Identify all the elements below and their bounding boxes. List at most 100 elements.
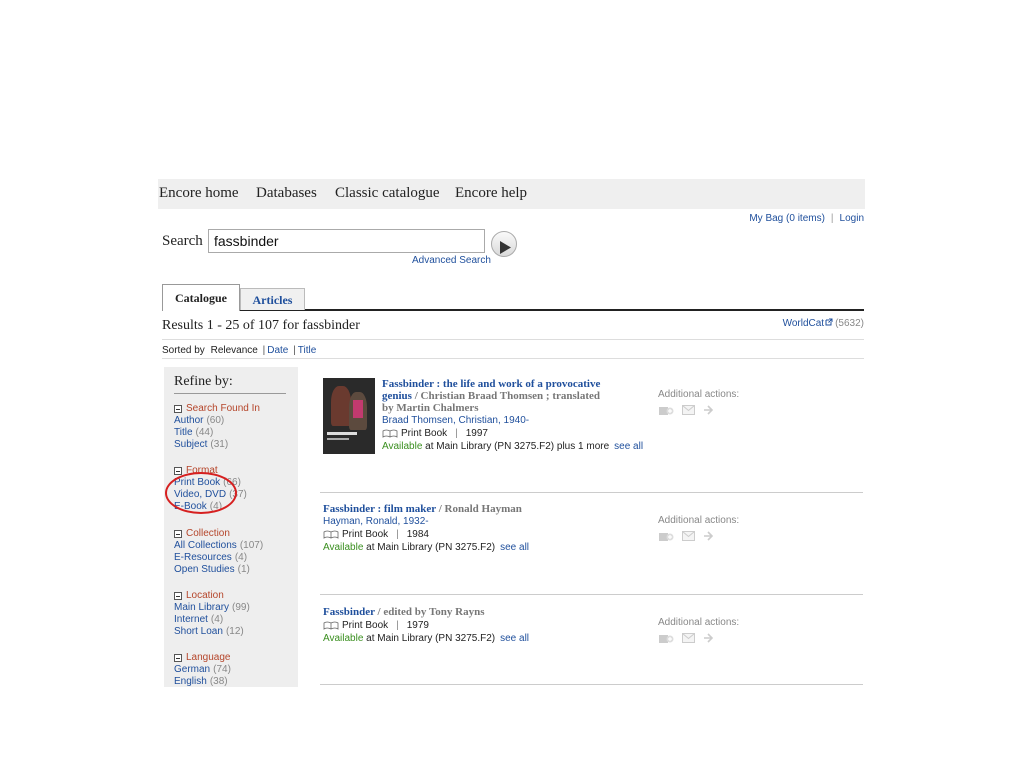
separator: | (396, 620, 399, 631)
publication-year: 1984 (406, 529, 429, 540)
result-divider (320, 684, 863, 685)
additional-actions-1: Additional actions: (658, 389, 739, 416)
facet-label[interactable]: English (174, 676, 207, 687)
collapse-icon[interactable] (174, 591, 182, 600)
export-arrow-icon[interactable] (703, 633, 715, 643)
facet-item-print-book[interactable]: Print Book (66) (174, 477, 247, 489)
collapse-icon[interactable] (174, 466, 182, 475)
email-icon[interactable] (682, 633, 695, 643)
additional-actions-2: Additional actions: (658, 515, 739, 542)
add-to-bag-icon[interactable] (658, 530, 674, 542)
facet-label[interactable]: German (174, 664, 210, 675)
collapse-icon[interactable] (174, 529, 182, 538)
facet-header[interactable]: Search Found In (174, 402, 260, 415)
facet-item-author[interactable]: Author (60) (174, 415, 260, 427)
see-all-link[interactable]: see all (500, 633, 529, 644)
login-link[interactable]: Login (840, 213, 864, 224)
result-title[interactable]: Fassbinder : film maker / Ronald Hayman (323, 503, 529, 515)
worldcat-link[interactable]: WorldCat (783, 318, 825, 329)
actions-label: Additional actions: (658, 515, 740, 526)
facet-count: (44) (195, 427, 214, 438)
nav-encore-help[interactable]: Encore help (455, 185, 527, 202)
facet-item-open-studies[interactable]: Open Studies (1) (174, 564, 263, 576)
external-link-icon (825, 318, 833, 326)
facet-label[interactable]: All Collections (174, 540, 237, 551)
facet-label[interactable]: E-Book (174, 501, 207, 512)
separator: | (262, 345, 266, 356)
title-main[interactable]: Fassbinder : the life and work of a prov… (382, 378, 600, 390)
collapse-icon[interactable] (174, 404, 182, 413)
facet-item-short-loan[interactable]: Short Loan (12) (174, 626, 250, 638)
facet-item-e-book[interactable]: E-Book (4) (174, 501, 247, 513)
facet-item-english[interactable]: English (38) (174, 676, 231, 687)
result-title[interactable]: Fassbinder / edited by Tony Rayns (323, 606, 529, 618)
see-all-link[interactable]: see all (500, 542, 529, 553)
availability-location: at Main Library (PN 3275.F2) plus 1 more (422, 441, 610, 452)
export-arrow-icon[interactable] (703, 405, 715, 415)
facet-item-video-dvd[interactable]: Video, DVD (37) (174, 489, 247, 501)
title-main[interactable]: genius (382, 390, 412, 402)
facet-count: (38) (209, 676, 228, 687)
tab-catalogue[interactable]: Catalogue (162, 284, 240, 311)
facet-item-main-library[interactable]: Main Library (99) (174, 602, 250, 614)
result-author[interactable]: Braad Thomsen, Christian, 1940- (382, 415, 643, 426)
facet-title: Location (186, 590, 224, 601)
sort-title-link[interactable]: Title (298, 345, 317, 356)
collapse-icon[interactable] (174, 653, 182, 662)
sort-date-link[interactable]: Date (267, 345, 288, 356)
facet-label[interactable]: Internet (174, 614, 208, 625)
facet-count: (37) (229, 489, 247, 500)
email-icon[interactable] (682, 405, 695, 415)
book-cover-thumbnail[interactable] (323, 378, 375, 454)
facet-item-title[interactable]: Title (44) (174, 427, 260, 439)
divider (162, 358, 864, 359)
result-availability: Available at Main Library (PN 3275.F2) p… (382, 441, 643, 452)
facet-label[interactable]: Short Loan (174, 626, 223, 637)
facet-item-subject[interactable]: Subject (31) (174, 439, 260, 451)
facet-label[interactable]: Print Book (174, 477, 220, 488)
facet-label[interactable]: Author (174, 415, 203, 426)
facet-label[interactable]: Open Studies (174, 564, 235, 575)
email-icon[interactable] (682, 531, 695, 541)
add-to-bag-icon[interactable] (658, 404, 674, 416)
export-arrow-icon[interactable] (703, 531, 715, 541)
facet-label[interactable]: E-Resources (174, 552, 232, 563)
facet-header[interactable]: Language (174, 651, 231, 664)
nav-databases[interactable]: Databases (256, 185, 317, 202)
tab-articles[interactable]: Articles (240, 288, 305, 310)
facet-count: (4) (234, 552, 248, 563)
facet-item-internet[interactable]: Internet (4) (174, 614, 250, 626)
result-divider (320, 492, 863, 493)
title-responsibility: / Ronald Hayman (435, 503, 522, 515)
facet-header[interactable]: Collection (174, 527, 263, 540)
facet-header[interactable]: Format (174, 464, 247, 477)
facet-item-german[interactable]: German (74) (174, 664, 231, 676)
refine-sidebar: Refine by: Search Found In Author (60) Ti… (164, 367, 298, 687)
separator: | (455, 428, 458, 439)
facet-header[interactable]: Location (174, 589, 250, 602)
my-bag-link[interactable]: My Bag (0 items) (749, 213, 825, 224)
facet-label[interactable]: Title (174, 427, 193, 438)
facet-item-all-collections[interactable]: All Collections (107) (174, 540, 263, 552)
result-author[interactable]: Hayman, Ronald, 1932- (323, 516, 529, 527)
facet-count: (66) (223, 477, 241, 488)
result-availability: Available at Main Library (PN 3275.F2) se… (323, 633, 529, 644)
facet-label[interactable]: Video, DVD (174, 489, 226, 500)
nav-encore-home[interactable]: Encore home (159, 185, 239, 202)
facet-label[interactable]: Main Library (174, 602, 229, 613)
worldcat-link-group: WorldCat (5632) (783, 318, 864, 329)
add-to-bag-icon[interactable] (658, 632, 674, 644)
title-main[interactable]: Fassbinder (323, 606, 375, 618)
search-input[interactable] (208, 229, 485, 253)
nav-classic-catalogue[interactable]: Classic catalogue (335, 185, 440, 202)
facet-label[interactable]: Subject (174, 439, 207, 450)
advanced-search-link[interactable]: Advanced Search (412, 255, 491, 266)
title-main[interactable]: Fassbinder : film maker (323, 503, 436, 515)
play-arrow-icon (500, 240, 511, 254)
result-title[interactable]: Fassbinder : the life and work of a prov… (382, 378, 643, 414)
facet-item-e-resources[interactable]: E-Resources (4) (174, 552, 263, 564)
search-submit-button[interactable] (491, 231, 517, 257)
see-all-link[interactable]: see all (614, 441, 643, 452)
availability-status: Available (323, 542, 364, 553)
format-label: Print Book (401, 428, 448, 439)
